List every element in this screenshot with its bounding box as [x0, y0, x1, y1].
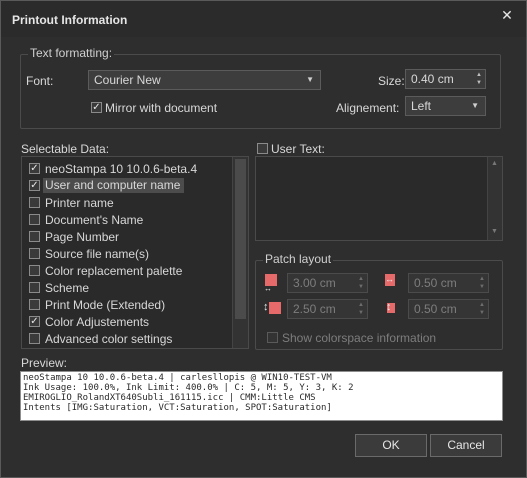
patch-height-spinbox[interactable]: 2.50 cm ▲ ▼ [287, 299, 368, 319]
scroll-down-icon[interactable]: ▼ [491, 228, 498, 235]
preview-line: Ink Usage: 100.0%, Ink Limit: 400.0% | C… [23, 383, 354, 393]
size-spinbox[interactable]: 0.40 cm ▲ ▼ [405, 69, 486, 89]
alignment-value: Left [411, 99, 432, 113]
alignment-label: Alignement: [336, 101, 400, 115]
window-title: Printout Information [12, 13, 128, 27]
size-label: Size: [378, 74, 405, 88]
patch-height-swatch-icon [269, 302, 281, 314]
chevron-down-icon: ▼ [471, 101, 479, 110]
user-text-label: User Text: [271, 142, 325, 156]
list-item[interactable]: Print Mode (Extended) [27, 296, 227, 313]
text-formatting-legend: Text formatting: [28, 46, 115, 60]
list-item-label: Page Number [45, 230, 120, 244]
vertical-arrow-icon: ↕ [263, 301, 269, 313]
spin-arrows-icon[interactable]: ▲ ▼ [476, 71, 482, 87]
list-item-checkbox[interactable]: ✓ [29, 316, 40, 327]
list-item-checkbox[interactable] [29, 248, 40, 259]
horizontal-arrow-icon: ↔ [264, 284, 272, 293]
list-item[interactable]: Page Number [27, 228, 227, 245]
vertical-gap-icon: ↕ [386, 301, 392, 313]
list-item-checkbox[interactable] [29, 214, 40, 225]
preview-label: Preview: [21, 356, 68, 370]
mirror-checkbox[interactable]: ✓ [91, 102, 102, 113]
patch-height-value: 2.50 cm [293, 302, 336, 316]
list-item-label: Color replacement palette [45, 264, 183, 278]
list-item-label: neoStampa 10 10.0.6-beta.4 [45, 162, 198, 176]
list-item-label: Print Mode (Extended) [45, 298, 166, 312]
list-item-label: Scheme [45, 281, 90, 295]
spin-arrows-icon[interactable]: ▲ ▼ [479, 301, 485, 317]
list-item-checkbox[interactable] [29, 197, 40, 208]
alignment-combo[interactable]: Left ▼ [405, 96, 486, 116]
list-item-checkbox[interactable]: ✓ [29, 163, 40, 174]
preview-text-box: neoStampa 10 10.0.6-beta.4 | carlesllopi… [20, 371, 503, 421]
list-item[interactable]: Advanced color settings [27, 330, 227, 347]
ok-button[interactable]: OK [355, 434, 427, 457]
vertical-gap-value: 0.50 cm [414, 302, 457, 316]
list-item[interactable]: ✓ User and computer name [27, 177, 227, 194]
list-item[interactable]: Document's Name [27, 211, 227, 228]
list-item-label: Color Adjustements [45, 315, 150, 329]
list-item-checkbox[interactable]: ✓ [29, 180, 40, 191]
cancel-button[interactable]: Cancel [430, 434, 502, 457]
font-value: Courier New [94, 73, 161, 87]
list-item[interactable]: Color replacement palette [27, 262, 227, 279]
user-text-area[interactable]: ▲ ▼ [255, 156, 503, 241]
list-item-checkbox[interactable] [29, 333, 40, 344]
title-bar: Printout Information ✕ [1, 1, 526, 37]
scroll-up-icon[interactable]: ▲ [491, 160, 498, 167]
vertical-gap-spinbox[interactable]: 0.50 cm ▲ ▼ [408, 299, 489, 319]
size-value: 0.40 cm [411, 72, 454, 86]
list-item-checkbox[interactable] [29, 231, 40, 242]
scrollbar-thumb[interactable] [235, 159, 246, 319]
show-colorspace-label: Show colorspace information [282, 331, 437, 345]
close-button[interactable]: ✕ [498, 6, 516, 24]
list-item-checkbox[interactable] [29, 282, 40, 293]
horizontal-gap-spinbox[interactable]: 0.50 cm ▲ ▼ [408, 273, 489, 293]
spin-arrows-icon[interactable]: ▲ ▼ [479, 275, 485, 291]
preview-line: EMIROGLIO_RolandXT640Subli_161115.icc | … [23, 393, 316, 403]
patch-width-value: 3.00 cm [293, 276, 336, 290]
selectable-data-label: Selectable Data: [21, 142, 110, 156]
user-text-scrollbar[interactable]: ▲ ▼ [487, 157, 502, 240]
list-item-checkbox[interactable] [29, 265, 40, 276]
list-item-label: Document's Name [45, 213, 144, 227]
list-item-label: User and computer name [43, 178, 185, 193]
patch-width-spinbox[interactable]: 3.00 cm ▲ ▼ [287, 273, 368, 293]
list-item[interactable]: ✓ Color Adjustements [27, 313, 227, 330]
spin-arrows-icon[interactable]: ▲ ▼ [358, 275, 364, 291]
list-item[interactable]: Scheme [27, 279, 227, 296]
printout-information-dialog: Printout Information ✕ Text formatting: … [0, 0, 527, 478]
list-item-label: Printer name [45, 196, 114, 210]
list-item[interactable]: ✓ neoStampa 10 10.0.6-beta.4 [27, 160, 227, 177]
preview-line: neoStampa 10 10.0.6-beta.4 | carlesllopi… [23, 373, 332, 383]
list-item-label: Advanced color settings [45, 332, 173, 346]
patch-layout-legend: Patch layout [263, 252, 334, 266]
chevron-down-icon: ▼ [306, 75, 314, 84]
preview-line: Intents [IMG:Saturation, VCT:Saturation,… [23, 403, 332, 413]
user-text-checkbox[interactable] [257, 143, 268, 154]
list-item-label: Source file name(s) [45, 247, 150, 261]
list-item[interactable]: Printer name [27, 194, 227, 211]
horizontal-gap-value: 0.50 cm [414, 276, 457, 290]
text-formatting-group [20, 54, 501, 129]
list-scrollbar[interactable] [232, 157, 248, 348]
list-item-checkbox[interactable] [29, 299, 40, 310]
list-item[interactable]: Source file name(s) [27, 245, 227, 262]
spin-arrows-icon[interactable]: ▲ ▼ [358, 301, 364, 317]
selectable-data-list[interactable]: ✓ neoStampa 10 10.0.6-beta.4 ✓ User and com… [21, 156, 249, 349]
close-icon: ✕ [501, 7, 513, 23]
font-label: Font: [26, 74, 54, 88]
font-combo[interactable]: Courier New ▼ [88, 70, 321, 90]
horizontal-gap-icon: ↔ [385, 274, 394, 284]
show-colorspace-checkbox[interactable] [267, 332, 278, 343]
mirror-label: Mirror with document [105, 101, 218, 115]
